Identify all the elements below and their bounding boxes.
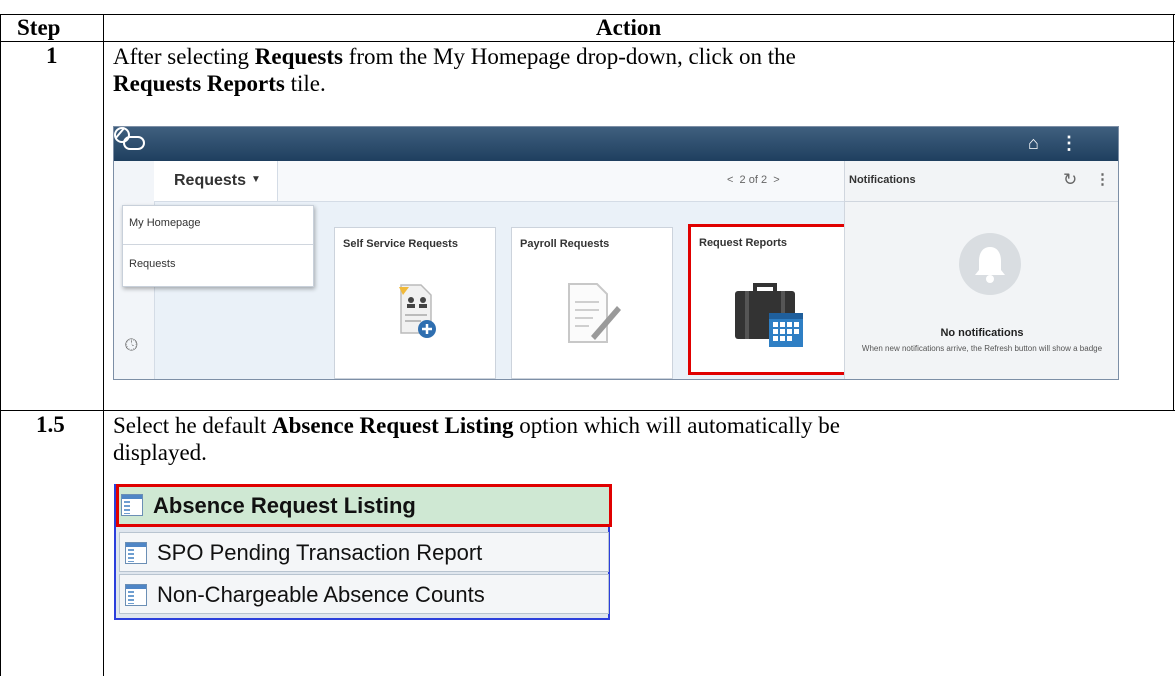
table-left-border bbox=[0, 14, 1, 676]
homepage-selector[interactable]: Requests ▼ bbox=[154, 161, 278, 201]
home-icon[interactable]: ⌂ bbox=[1028, 133, 1039, 153]
column-divider bbox=[103, 14, 104, 676]
briefcase-calendar-icon bbox=[735, 283, 803, 347]
list-item-label: Non-Chargeable Absence Counts bbox=[157, 582, 485, 607]
bold-requests: Requests bbox=[254, 44, 343, 69]
menu-divider bbox=[123, 244, 313, 245]
report-icon bbox=[125, 542, 147, 564]
notifications-header: Notifications ↻ ⋮ bbox=[845, 161, 1118, 202]
chevron-down-icon: ▼ bbox=[251, 174, 261, 185]
report-icon bbox=[121, 494, 143, 516]
tile-request-reports[interactable]: Request Reports bbox=[688, 224, 850, 375]
bold-requests-reports: Requests Reports bbox=[113, 71, 285, 96]
report-icon bbox=[125, 584, 147, 606]
step-instruction: Select he default Absence Request Listin… bbox=[113, 413, 840, 465]
oracle-logo-icon[interactable] bbox=[123, 136, 145, 150]
tile-self-service-requests[interactable]: Self Service Requests bbox=[334, 227, 496, 379]
tile-title: Self Service Requests bbox=[343, 238, 458, 250]
add-request-icon bbox=[399, 284, 436, 338]
bold-absence-request-listing: Absence Request Listing bbox=[272, 413, 514, 438]
menu-item-requests[interactable]: Requests bbox=[129, 258, 175, 270]
refresh-icon[interactable]: ↻ bbox=[1063, 170, 1077, 190]
list-item-label: SPO Pending Transaction Report bbox=[157, 540, 483, 565]
bell-icon bbox=[959, 233, 1021, 295]
menu-item-my-homepage[interactable]: My Homepage bbox=[129, 217, 201, 229]
list-item-absence-request-listing[interactable]: Absence Request Listing bbox=[116, 484, 612, 527]
step-number: 1.5 bbox=[36, 412, 65, 437]
homepage-selector-label: Requests bbox=[174, 172, 247, 189]
table-top-border bbox=[0, 14, 1175, 15]
step-number: 1 bbox=[46, 43, 58, 68]
report-list: Absence Request Listing SPO Pending Tran… bbox=[114, 484, 612, 620]
homepage-dropdown-menu: My Homepage Requests bbox=[122, 205, 314, 287]
homepage-screenshot: ⌂ ⋮ 🕓︎ ♡ Requests ▼ < 2 of 2 > Self Serv… bbox=[113, 126, 1119, 380]
header-bottom-border bbox=[0, 41, 1175, 42]
more-actions-icon[interactable]: ⋮ bbox=[1095, 170, 1110, 188]
header-action: Action bbox=[596, 15, 662, 40]
tile-title: Request Reports bbox=[699, 237, 788, 249]
report-list-screenshot: Absence Request Listing SPO Pending Tran… bbox=[114, 484, 612, 622]
tile-payroll-requests[interactable]: Payroll Requests bbox=[511, 227, 673, 379]
page-indicator[interactable]: < 2 of 2 > bbox=[727, 174, 780, 186]
banner: ⌂ ⋮ bbox=[114, 127, 1118, 161]
notifications-title: Notifications bbox=[849, 174, 916, 186]
document-pencil-icon bbox=[568, 283, 621, 343]
clock-icon[interactable]: 🕓︎ bbox=[125, 337, 138, 355]
header-step: Step bbox=[17, 15, 61, 40]
procedure-table: Step Action 1 After selecting Requests f… bbox=[0, 0, 1175, 676]
more-actions-icon[interactable]: ⋮ bbox=[1060, 133, 1078, 153]
empty-title: No notifications bbox=[940, 327, 1024, 339]
notifications-panel: Notifications ↻ ⋮ No notifications When … bbox=[844, 161, 1118, 379]
table-right-border bbox=[1173, 14, 1174, 411]
list-item-label: Absence Request Listing bbox=[153, 493, 416, 518]
step-instruction: After selecting Requests from the My Hom… bbox=[113, 44, 796, 96]
list-item-non-chargeable-absence-counts[interactable]: Non-Chargeable Absence Counts bbox=[119, 574, 609, 614]
tile-title: Payroll Requests bbox=[520, 238, 610, 250]
empty-description: When new notifications arrive, the Refre… bbox=[861, 344, 1103, 353]
row-divider bbox=[0, 410, 1175, 411]
list-item-spo-pending-transaction-report[interactable]: SPO Pending Transaction Report bbox=[119, 532, 609, 572]
